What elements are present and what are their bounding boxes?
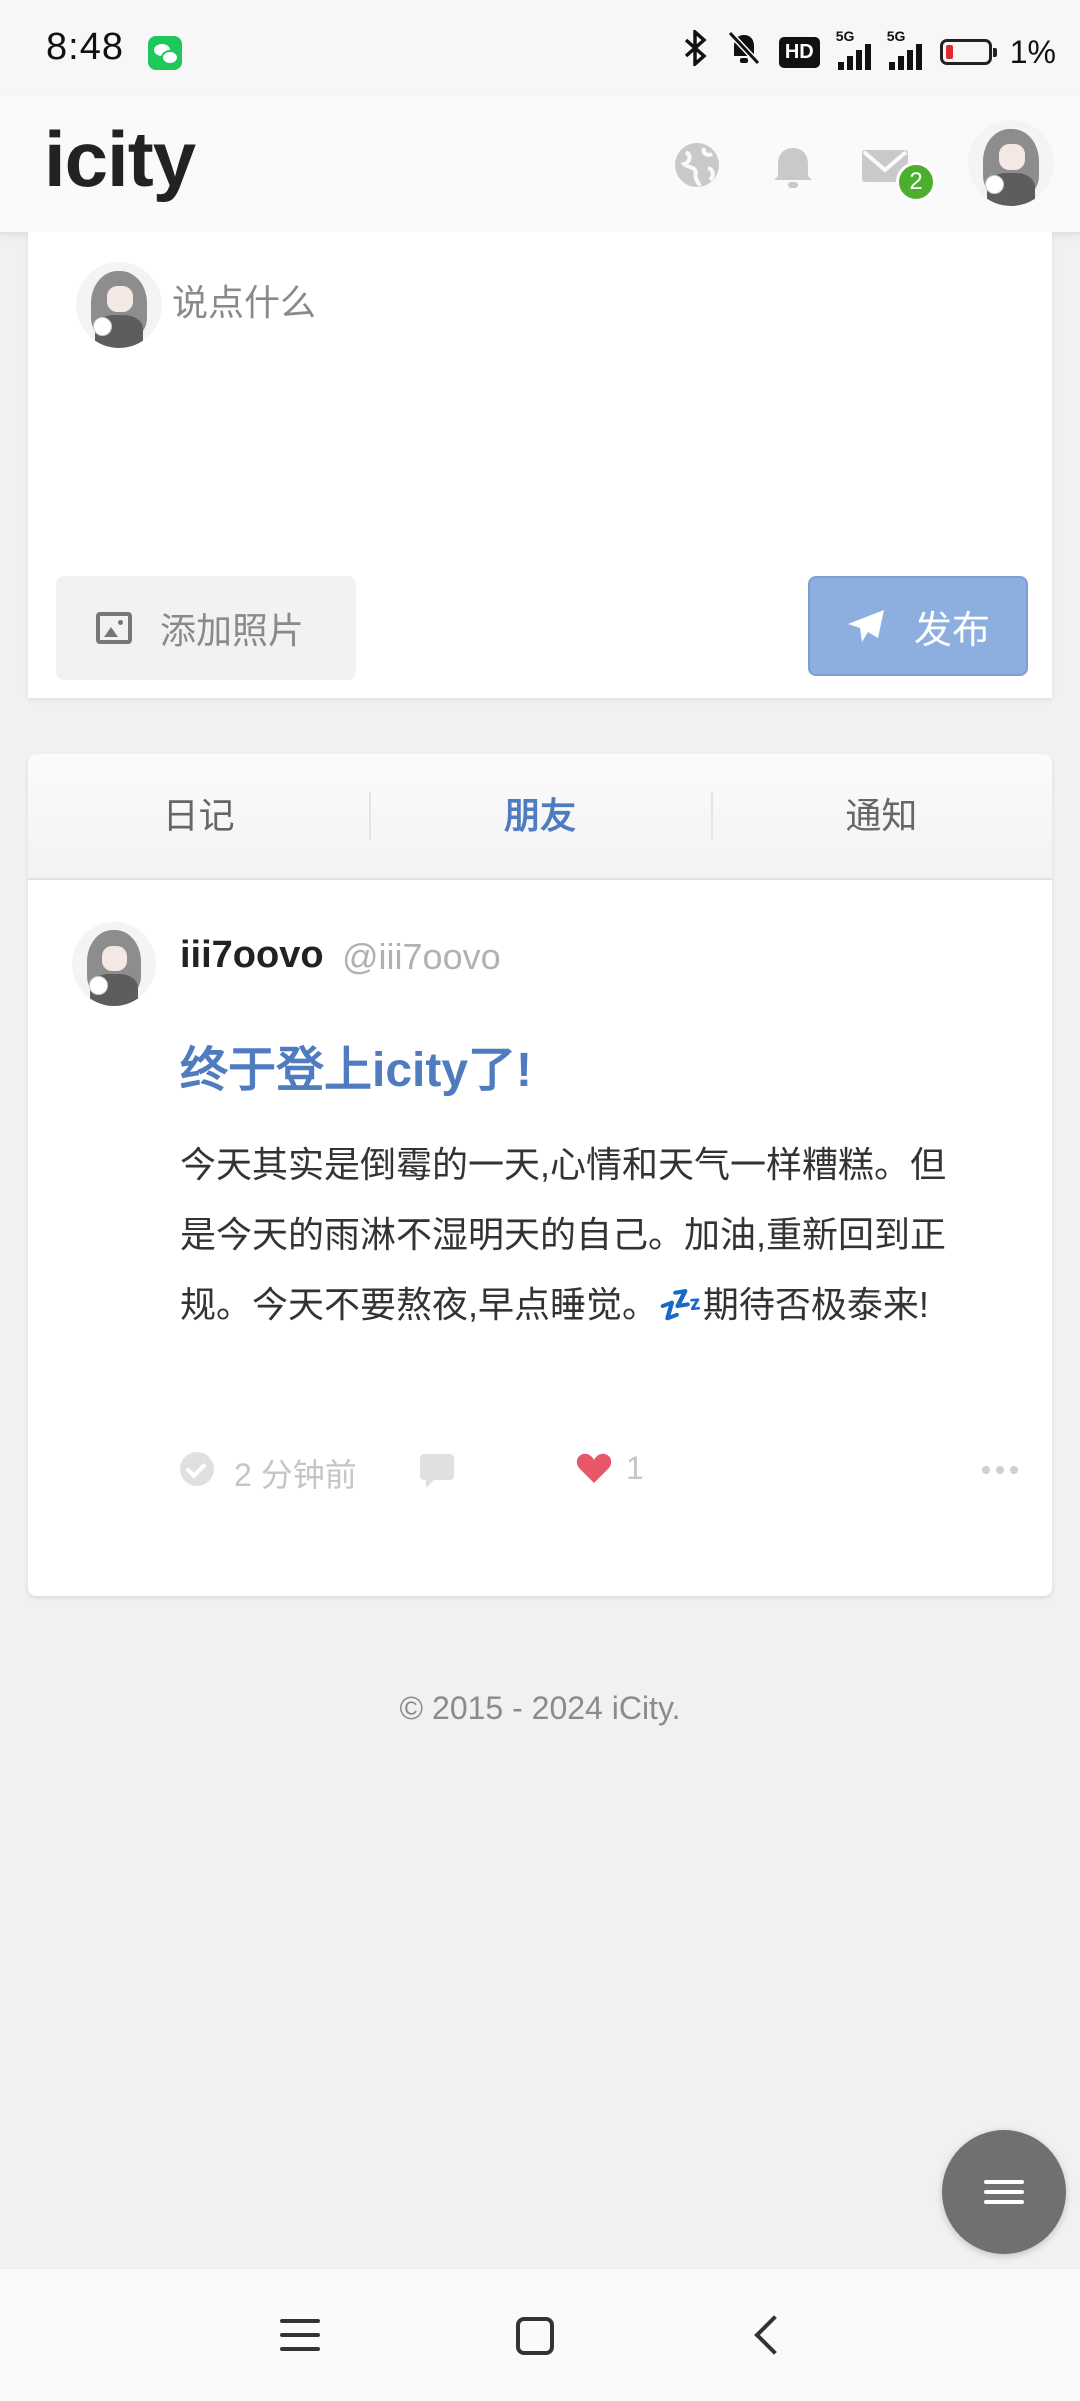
comment-icon[interactable]	[420, 1454, 454, 1488]
wechat-icon	[148, 36, 182, 70]
logo[interactable]: icity	[44, 114, 196, 205]
hd-indicator: HD	[778, 36, 820, 68]
bluetooth-icon	[683, 27, 709, 75]
feed-tabs: 日记 朋友 通知	[28, 754, 1052, 880]
post-author-avatar[interactable]	[72, 922, 156, 1006]
add-photo-button[interactable]: 添加照片	[56, 576, 356, 680]
system-nav-bar	[0, 2268, 1080, 2401]
post-title[interactable]: 终于登上icity了!	[180, 1030, 532, 1100]
post-body: 今天其实是倒霉的一天,心情和天气一样糟糕。但是今天的雨淋不湿明天的自己。加油,重…	[180, 1144, 947, 1325]
like-count: 1	[626, 1450, 644, 1486]
publish-label: 发布	[913, 609, 990, 652]
send-icon	[847, 610, 884, 642]
add-photo-label: 添加照片	[160, 610, 305, 651]
status-icons: HD 5G 5G 1%	[683, 27, 1056, 76]
clock: 8:48	[46, 26, 124, 68]
post-meta: 2 分钟前 1	[180, 1440, 1020, 1500]
signal-icon-2: 5G	[887, 28, 922, 70]
post-input[interactable]	[170, 272, 1014, 536]
battery-percent: 1%	[1009, 33, 1056, 70]
tab-diary[interactable]: 日记	[28, 754, 369, 878]
globe-icon[interactable]	[670, 138, 724, 192]
post-author-handle[interactable]: @iii7oovo	[342, 936, 501, 978]
copyright: © 2015 - 2024 iCity.	[399, 1690, 681, 1726]
heart-icon[interactable]	[574, 1448, 614, 1488]
composer-avatar	[76, 262, 162, 348]
check-icon	[180, 1452, 214, 1486]
mail-badge: 2	[896, 162, 936, 202]
composer-card: 添加照片 发布	[28, 232, 1052, 698]
user-avatar[interactable]	[968, 120, 1054, 206]
signal-icon: 5G	[836, 28, 871, 70]
menu-fab-button[interactable]	[942, 2130, 1066, 2254]
battery-icon	[939, 39, 997, 65]
publish-button[interactable]: 发布	[808, 576, 1028, 676]
recent-apps-icon[interactable]	[280, 2317, 320, 2353]
home-icon[interactable]	[516, 2317, 554, 2355]
status-bar: 8:48 HD 5G 5G 1%	[0, 0, 1080, 100]
bell-icon[interactable]	[766, 138, 820, 192]
tab-notifications[interactable]: 通知	[710, 754, 1052, 878]
post-time: 2 分钟前	[234, 1457, 357, 1493]
feed-card: 日记 朋友 通知 iii7oovo @iii7oovo 终于登上icity了! …	[28, 754, 1052, 1596]
post-author-name[interactable]: iii7oovo	[180, 934, 324, 977]
image-icon	[96, 612, 132, 644]
tab-friends[interactable]: 朋友	[369, 754, 710, 878]
back-icon[interactable]	[754, 2315, 794, 2355]
more-icon[interactable]	[982, 1466, 1018, 1474]
mute-icon	[727, 30, 761, 75]
